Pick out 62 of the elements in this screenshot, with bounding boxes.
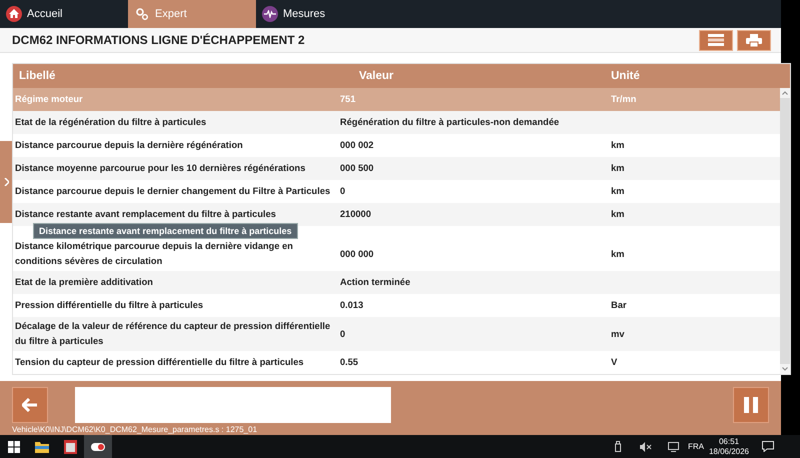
chevron-right-icon bbox=[4, 178, 8, 186]
label-cell-text: Distance kilométrique parcourue depuis la dernière vidange en conditions sévères de circulation bbox=[14, 240, 294, 268]
columns-button[interactable] bbox=[699, 30, 733, 51]
arrow-left-icon bbox=[22, 398, 38, 412]
table-row[interactable]: Distance moyenne parcourue pour les 10 dernières régénérations 000 500 km bbox=[13, 157, 780, 180]
label-cell-text: Distance parcourue depuis la dernière régénération bbox=[14, 139, 244, 152]
unit-cell-text: km bbox=[610, 185, 626, 198]
scroll-down-icon[interactable] bbox=[782, 367, 788, 372]
value-cell-text: Action terminée bbox=[339, 276, 412, 290]
label-cell-text: Régime moteur bbox=[14, 93, 84, 106]
value-cell-text: 000 500 bbox=[339, 162, 375, 176]
unit-cell-text: km bbox=[610, 162, 626, 176]
language-indicator[interactable]: FRA bbox=[688, 442, 704, 451]
tooltip: Distance restante avant remplacement du filtre à particules bbox=[33, 223, 298, 240]
unit-cell-text: km bbox=[610, 208, 626, 222]
column-header: Libellé bbox=[18, 70, 56, 82]
list-icon bbox=[708, 34, 724, 46]
side-panel-handle[interactable] bbox=[0, 141, 12, 223]
unit-cell-text: V bbox=[610, 356, 618, 370]
clock[interactable]: 06:51 18/06/2026 bbox=[704, 436, 754, 456]
pause-icon bbox=[743, 397, 759, 414]
value-cell-text: 000 002 bbox=[339, 139, 375, 152]
unit-cell-text: km bbox=[610, 139, 626, 152]
label-cell-text: Etat de la régénération du filtre à particules bbox=[14, 116, 208, 130]
unit-cell-text: mv bbox=[610, 328, 626, 341]
column-header: Unité bbox=[610, 70, 641, 82]
home-icon bbox=[6, 6, 22, 22]
gears-icon bbox=[134, 6, 150, 22]
column-header: Valeur bbox=[358, 70, 395, 82]
value-cell-text: 0.013 bbox=[339, 299, 364, 312]
label-cell-text: Décalage de la valeur de référence du capteur de pression différentielle du filtre à particules bbox=[14, 320, 332, 348]
unit-cell-text: Bar bbox=[610, 299, 628, 312]
nav-tab[interactable]: Accueil bbox=[0, 0, 128, 28]
label-cell-text: Pression différentielle du filtre à particules bbox=[14, 299, 204, 312]
table-row[interactable]: Etat de la première additivation Action terminée bbox=[13, 271, 780, 294]
table-row[interactable]: Etat de la régénération du filtre à particules Régénération du filtre à particules-non demandée bbox=[13, 111, 780, 134]
label-cell-text: Distance moyenne parcourue pour les 10 dernières régénérations bbox=[14, 162, 306, 176]
pulse-icon bbox=[262, 6, 278, 22]
scrollbar[interactable] bbox=[780, 88, 790, 374]
value-cell-text: 751 bbox=[339, 93, 357, 106]
table-row[interactable]: Décalage de la valeur de référence du capteur de pression différentielle du filtre à particules 0 mv bbox=[13, 317, 780, 352]
label-cell-text: Distance parcourue depuis le dernier changement du Filtre à Particules bbox=[14, 185, 332, 198]
back-button[interactable] bbox=[12, 387, 48, 424]
pause-button[interactable] bbox=[733, 387, 769, 424]
value-cell-text: 000 000 bbox=[339, 248, 375, 261]
label-cell-text: Etat de la première additivation bbox=[14, 276, 154, 290]
unit-cell-text: km bbox=[610, 248, 626, 261]
value-cell-text: 0 bbox=[339, 185, 346, 198]
value-cell-text: 210000 bbox=[339, 208, 372, 222]
value-cell-text: 0 bbox=[339, 328, 346, 341]
value-cell-text: 0.55 bbox=[339, 356, 360, 370]
label-cell-text: Tension du capteur de pression différentielle du filtre à particules bbox=[14, 356, 305, 370]
unit-cell-text: Tr/mn bbox=[610, 93, 638, 106]
print-button[interactable] bbox=[737, 30, 771, 51]
nav-tab[interactable]: Mesures bbox=[256, 0, 384, 28]
toggle-app-icon[interactable] bbox=[84, 435, 112, 458]
page-title: DCM62 INFORMATIONS LIGNE D'ÉCHAPPEMENT 2 bbox=[12, 33, 306, 48]
scroll-up-icon[interactable] bbox=[782, 91, 788, 96]
printer-icon bbox=[746, 34, 762, 47]
value-cell-text: Régénération du filtre à particules-non demandée bbox=[339, 116, 560, 130]
file-path: Vehicle\K0\INJ\DCM62\K0_DCM62_Mesure_parametres.s : 1275_01 bbox=[12, 425, 258, 434]
label-cell-text: Distance restante avant remplacement du filtre à particules bbox=[14, 208, 277, 222]
